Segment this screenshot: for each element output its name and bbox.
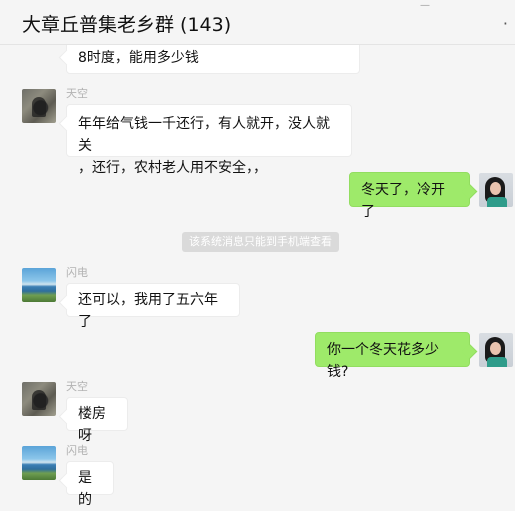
avatar[interactable] <box>22 89 56 123</box>
message-bubble[interactable]: 还可以，我用了五六年了 <box>66 283 240 330</box>
message-text: 还可以，我用了五六年了 <box>78 292 218 330</box>
message-text: 8时度，能用多少钱 <box>78 50 199 66</box>
sender-name: 天空 <box>66 380 88 393</box>
message-text: 楼房呀 <box>78 406 106 444</box>
message-bubble-self[interactable]: 你一个冬天花多少钱? <box>315 332 470 380</box>
avatar-self[interactable] <box>479 173 513 207</box>
message-bubble[interactable]: 是的 <box>66 461 114 508</box>
system-notice: 该系统消息只能到手机端查看 <box>182 232 339 252</box>
sender-name: 闪电 <box>66 444 88 457</box>
sender-name: 闪电 <box>66 266 88 279</box>
message-text: 你一个冬天花多少钱? <box>327 342 439 380</box>
chat-title: 大章丘普集老乡群 (143) <box>22 14 232 36</box>
more-icon[interactable]: · <box>503 14 509 33</box>
chat-area[interactable]: 8时度，能用多少钱 天空 年年给气钱一千还行，有人就开，没人就关 ，还行，农村老… <box>0 0 515 511</box>
avatar[interactable] <box>22 268 56 302</box>
message-text: 冬天了，冷开了 <box>361 182 445 220</box>
chat-header: 大章丘普集老乡群 (143) — · <box>0 0 515 45</box>
sender-name: 天空 <box>66 87 88 100</box>
message-text: 年年给气钱一千还行，有人就开，没人就关 ，还行，农村老人用不安全，， <box>78 116 330 176</box>
avatar[interactable] <box>22 446 56 480</box>
message-text: 是的 <box>78 470 92 508</box>
avatar[interactable] <box>22 382 56 416</box>
message-bubble[interactable]: 年年给气钱一千还行，有人就开，没人就关 ，还行，农村老人用不安全，， <box>66 104 352 176</box>
window-control-icon[interactable]: — <box>420 0 430 11</box>
avatar-self[interactable] <box>479 333 513 367</box>
message-bubble-self[interactable]: 冬天了，冷开了 <box>349 172 470 220</box>
message-bubble[interactable]: 楼房呀 <box>66 397 128 444</box>
